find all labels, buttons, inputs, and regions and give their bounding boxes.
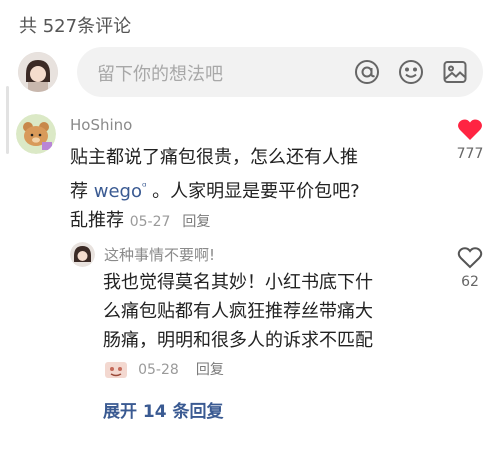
- heart-outline-icon: [457, 247, 483, 269]
- scrollbar[interactable]: [6, 86, 9, 154]
- reply-meta: 05-28 回复: [103, 358, 224, 380]
- comment-placeholder: 留下你的想法吧: [97, 64, 223, 85]
- reply-sticker: [103, 358, 129, 380]
- comment-line: 乱推荐 05-27 回复: [70, 206, 420, 237]
- reply-author[interactable]: 这种事情不要啊!: [104, 244, 215, 265]
- like-button[interactable]: 777: [448, 118, 492, 162]
- comment-text: 贴主都说了痛包很贵，怎么还有人推 荐 wegoᵅ 。人家明显是要平价包吧? 乱推…: [70, 143, 420, 237]
- comment-text-segment: 。人家明显是要平价包吧?: [146, 181, 360, 202]
- comment-line: 荐 wegoᵅ 。人家明显是要平价包吧?: [70, 172, 420, 206]
- reply-like-button[interactable]: 62: [448, 246, 492, 290]
- user-avatar[interactable]: [18, 52, 58, 92]
- search-link[interactable]: wegoᵅ: [93, 180, 147, 202]
- reply-button[interactable]: 回复: [182, 214, 210, 230]
- heart-filled-icon: [458, 119, 482, 140]
- search-link-text: wego: [93, 181, 142, 202]
- reply-line: 我也觉得莫名其妙！小红书底下什: [103, 272, 373, 293]
- reply-button[interactable]: 回复: [196, 362, 224, 378]
- reply-line: 么痛包贴都有人疯狂推荐丝带痛大: [103, 301, 373, 322]
- comment-author[interactable]: HoShino: [70, 116, 132, 134]
- like-count: 62: [461, 274, 479, 290]
- comment-line: 贴主都说了痛包很贵，怎么还有人推: [70, 147, 358, 168]
- emoji-icon[interactable]: [397, 58, 425, 86]
- comment-date: 05-27: [129, 214, 171, 230]
- reply-date: 05-28: [138, 361, 179, 378]
- reply-avatar[interactable]: [70, 242, 95, 267]
- expand-replies-button[interactable]: 展开 14 条回复: [103, 397, 224, 422]
- comment-input[interactable]: 留下你的想法吧: [77, 47, 483, 97]
- comment-text-segment: 荐: [70, 181, 94, 202]
- reply-line: 肠痛，明明和很多人的诉求不匹配: [103, 330, 373, 351]
- comment-text-segment: 乱推荐: [70, 210, 124, 231]
- comment-count: 共 527条评论: [19, 16, 132, 37]
- image-icon[interactable]: [441, 58, 469, 86]
- at-icon[interactable]: [353, 58, 381, 86]
- like-count: 777: [456, 146, 484, 162]
- comment-avatar[interactable]: [16, 114, 56, 154]
- reply-text: 我也觉得莫名其妙！小红书底下什 么痛包贴都有人疯狂推荐丝带痛大 肠痛，明明和很多…: [103, 268, 433, 355]
